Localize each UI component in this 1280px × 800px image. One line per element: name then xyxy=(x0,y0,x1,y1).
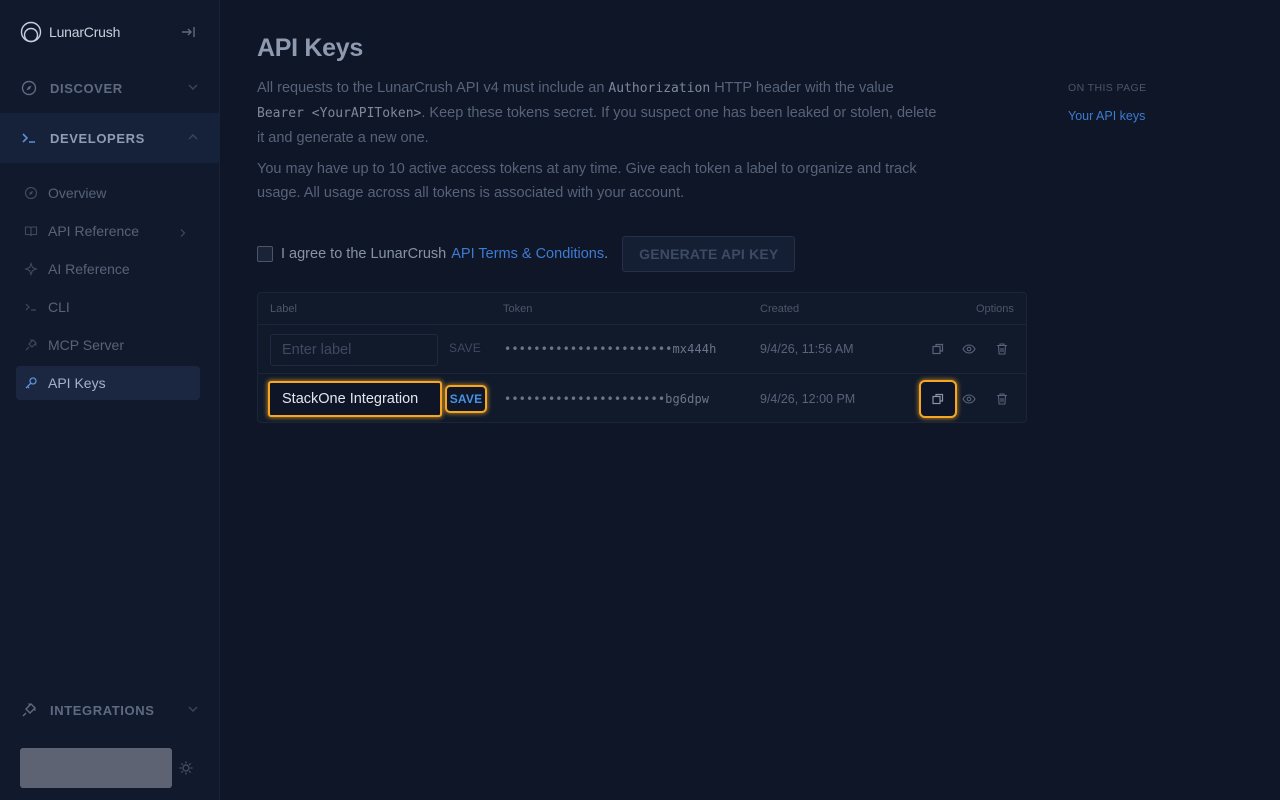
limit-paragraph: You may have up to 10 active access toke… xyxy=(257,161,917,201)
intro-text-2: HTTP header with the value xyxy=(710,80,894,96)
label-input[interactable] xyxy=(270,334,438,366)
token-value: •••••••••••••••••••••••mx444h xyxy=(504,342,717,356)
sidebar-item-cli[interactable]: CLI xyxy=(16,290,200,324)
sidebar: LunarCrush DISCOVER DEVELOPERS Overview xyxy=(0,0,220,800)
created-date: 9/4/26, 11:56 AM xyxy=(760,342,854,356)
bearer-code: Bearer <YourAPIToken> xyxy=(257,106,422,121)
intro-paragraph: All requests to the LunarCrush API v4 mu… xyxy=(257,76,937,150)
authorization-code: Authorization xyxy=(608,81,711,96)
section-developers[interactable]: DEVELOPERS xyxy=(0,113,220,163)
token-value: ••••••••••••••••••••••bg6dpw xyxy=(504,392,710,406)
plug-icon xyxy=(20,701,38,719)
sun-icon[interactable] xyxy=(178,760,194,776)
eye-icon[interactable] xyxy=(962,342,976,356)
compass-icon xyxy=(20,79,38,97)
sidebar-item-label: MCP Server xyxy=(48,337,124,353)
key-icon xyxy=(24,376,38,390)
sparkle-icon xyxy=(24,262,38,276)
section-discover-label: DISCOVER xyxy=(50,80,123,96)
eye-icon[interactable] xyxy=(962,392,976,406)
sidebar-item-overview[interactable]: Overview xyxy=(16,176,200,210)
sidebar-item-label: API Keys xyxy=(48,375,106,391)
intro-text-1: All requests to the LunarCrush API v4 mu… xyxy=(257,80,609,96)
agree-row: I agree to the LunarCrush API Terms & Co… xyxy=(257,236,796,272)
sidebar-item-label: AI Reference xyxy=(48,261,130,277)
save-button[interactable]: SAVE xyxy=(449,341,481,355)
terms-checkbox[interactable] xyxy=(257,246,273,262)
book-icon xyxy=(24,224,38,238)
section-integrations[interactable]: INTEGRATIONS xyxy=(0,685,220,735)
sidebar-item-mcp-server[interactable]: MCP Server xyxy=(16,328,200,362)
header-created: Created xyxy=(760,303,800,315)
table-header: Label Token Created Options xyxy=(258,293,1026,325)
save-button[interactable]: SAVE xyxy=(445,385,487,413)
user-account-button[interactable] xyxy=(20,748,172,788)
chevron-down-icon xyxy=(186,702,200,716)
sidebar-item-api-keys[interactable]: API Keys xyxy=(16,366,200,400)
header-label: Label xyxy=(270,303,297,315)
terms-link[interactable]: API Terms & Conditions xyxy=(451,246,604,262)
trash-icon[interactable] xyxy=(995,342,1009,356)
section-integrations-label: INTEGRATIONS xyxy=(50,702,155,718)
plug-icon xyxy=(24,338,38,352)
chevron-right-icon xyxy=(178,225,188,237)
toc-title: ON THIS PAGE xyxy=(1068,82,1147,94)
sidebar-item-ai-reference[interactable]: AI Reference xyxy=(16,252,200,286)
label-input[interactable] xyxy=(268,381,442,417)
agree-text: I agree to the LunarCrush xyxy=(281,246,447,262)
sidebar-item-label: API Reference xyxy=(48,223,140,239)
sidebar-item-label: CLI xyxy=(48,299,70,315)
terminal-icon xyxy=(24,300,38,314)
table-row: SAVE ••••••••••••••••••••••bg6dpw 9/4/26… xyxy=(258,375,1026,424)
sidebar-item-api-reference[interactable]: API Reference xyxy=(16,214,200,248)
copy-icon[interactable] xyxy=(931,342,945,356)
terminal-icon xyxy=(20,129,38,147)
brand-name: LunarCrush xyxy=(49,24,121,40)
trash-icon[interactable] xyxy=(995,392,1009,406)
agree-period: . xyxy=(604,246,609,262)
chevron-down-icon xyxy=(186,80,200,94)
api-keys-table: Label Token Created Options SAVE •••••••… xyxy=(257,292,1027,423)
generate-api-key-button[interactable]: GENERATE API KEY xyxy=(622,236,796,272)
brand-logo[interactable]: LunarCrush xyxy=(20,20,200,44)
toc-link-your-api-keys[interactable]: Your API keys xyxy=(1068,109,1145,123)
sidebar-item-label: Overview xyxy=(48,185,107,201)
created-date: 9/4/26, 12:00 PM xyxy=(760,392,856,406)
section-developers-label: DEVELOPERS xyxy=(50,130,145,146)
chevron-up-icon xyxy=(186,130,200,144)
copy-icon[interactable] xyxy=(919,380,957,418)
collapse-sidebar-icon[interactable] xyxy=(180,24,196,40)
lunarcrush-logo-icon xyxy=(20,21,42,43)
header-options: Options xyxy=(976,303,1014,315)
header-token: Token xyxy=(503,303,533,315)
table-row: SAVE •••••••••••••••••••••••mx444h 9/4/2… xyxy=(258,325,1026,374)
section-discover[interactable]: DISCOVER xyxy=(0,63,220,113)
page-title: API Keys xyxy=(257,34,363,62)
compass-icon xyxy=(24,186,38,200)
